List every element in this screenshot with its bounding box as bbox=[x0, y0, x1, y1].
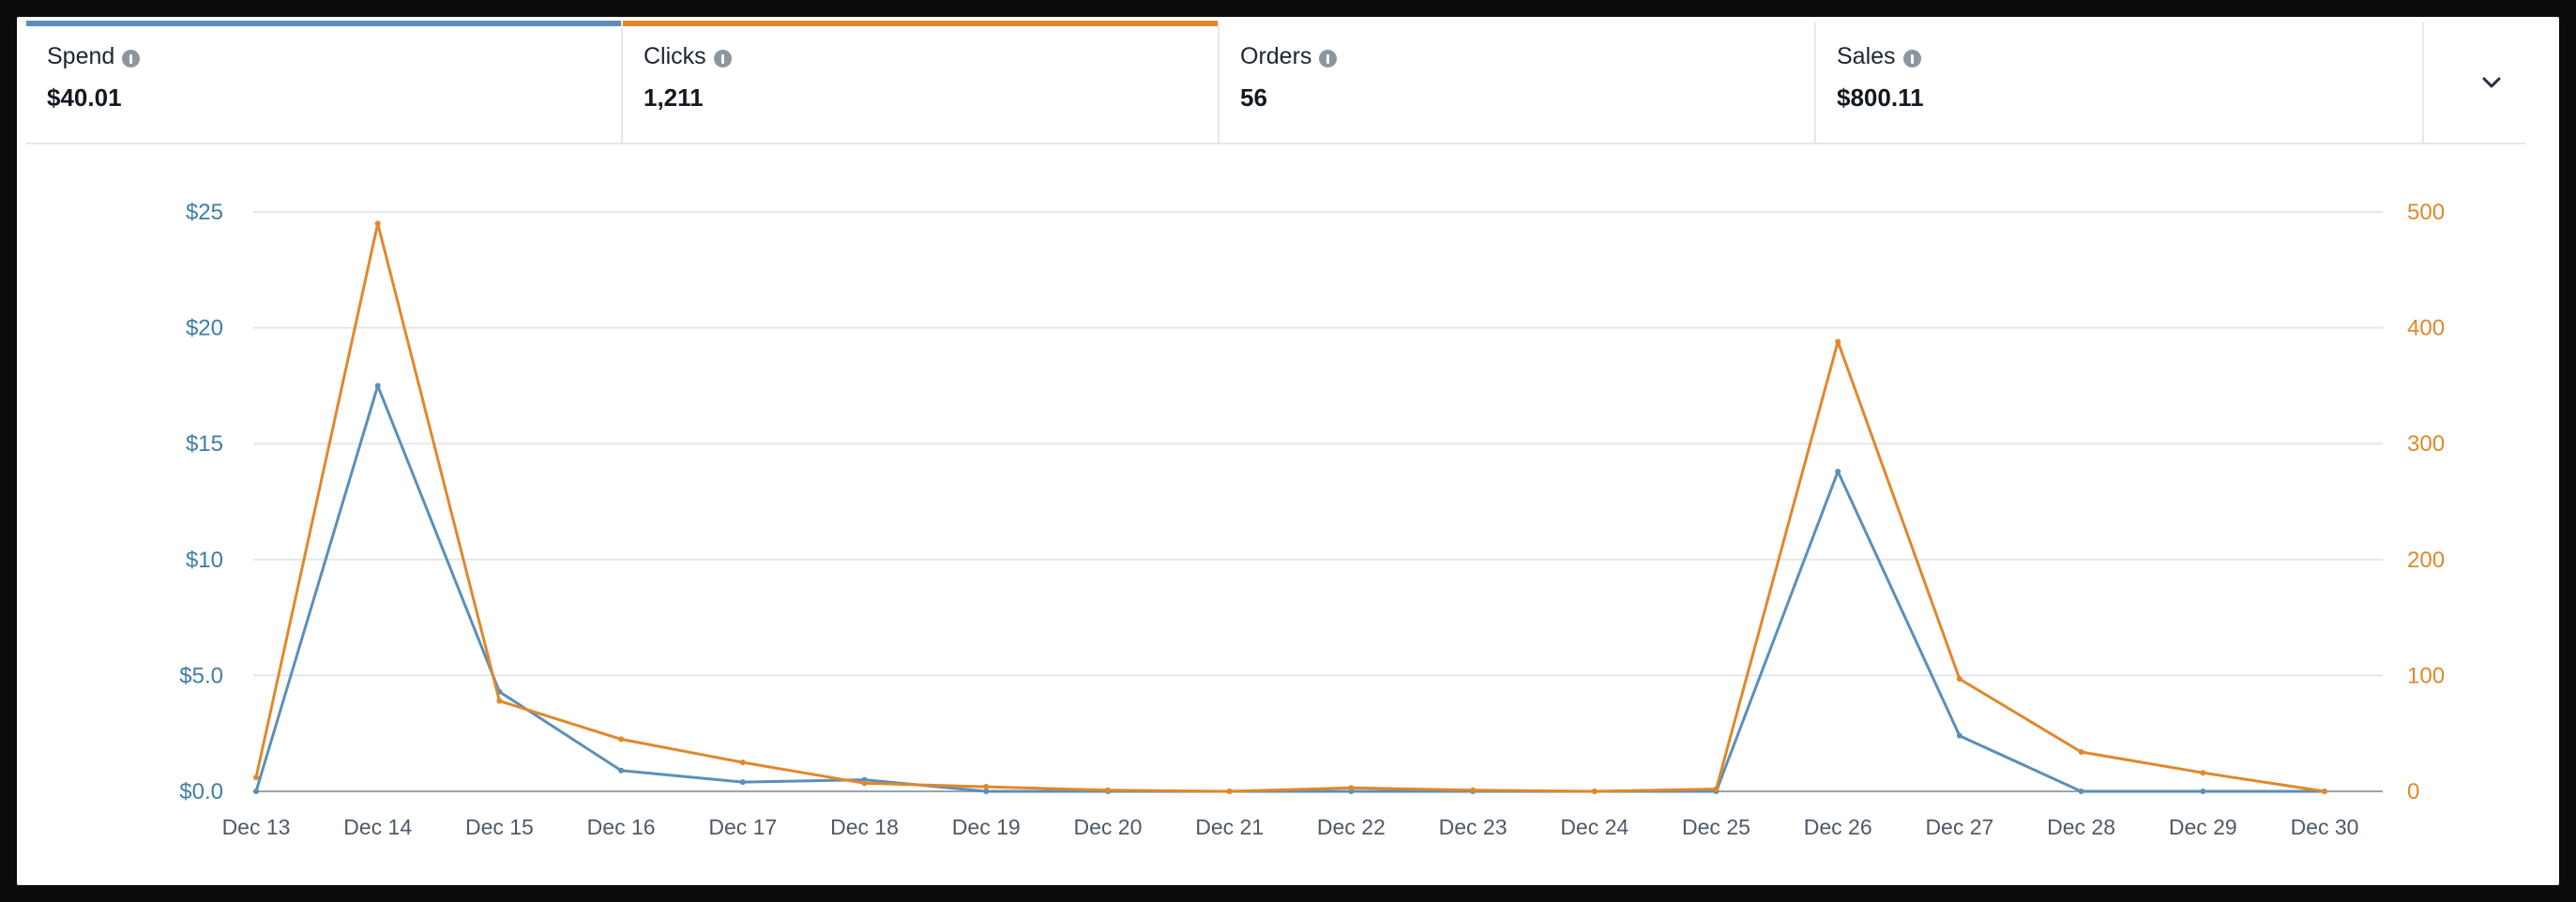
x-tick-label: Dec 19 bbox=[952, 815, 1021, 839]
data-point-clicks bbox=[983, 784, 990, 790]
data-point-clicks bbox=[1470, 787, 1477, 793]
data-point-clicks bbox=[374, 220, 381, 227]
data-point-spend bbox=[2200, 789, 2206, 794]
y-right-tick-label: 0 bbox=[2407, 779, 2419, 804]
data-point-clicks bbox=[2322, 789, 2327, 794]
x-tick-label: Dec 27 bbox=[1925, 815, 1993, 839]
line-chart: $0.0 $5.0 $10 $15 $20 $25 0 100 200 300 400 500 De… bbox=[179, 200, 2445, 839]
y-left-tick-label: $5.0 bbox=[179, 663, 223, 688]
data-point-spend bbox=[253, 789, 259, 794]
data-point-spend bbox=[1956, 732, 1962, 739]
y-right-tick-label: 100 bbox=[2407, 663, 2445, 688]
data-point-clicks bbox=[1591, 789, 1598, 794]
data-point-clicks bbox=[253, 774, 259, 781]
series-line-spend bbox=[254, 383, 2326, 793]
y-left-tick-label: $10 bbox=[186, 548, 223, 573]
x-tick-label: Dec 18 bbox=[830, 815, 899, 839]
data-point-spend bbox=[618, 767, 625, 774]
x-tick-label: Dec 23 bbox=[1439, 815, 1508, 839]
data-point-clicks bbox=[861, 780, 868, 787]
data-point-clicks bbox=[496, 698, 503, 704]
data-point-clicks bbox=[1226, 789, 1233, 794]
y-left-tick-label: $20 bbox=[186, 316, 223, 341]
data-point-clicks bbox=[739, 759, 746, 766]
y-left-tick-label: $0.0 bbox=[179, 779, 223, 804]
data-point-clicks bbox=[618, 736, 625, 743]
data-point-clicks bbox=[1348, 785, 1355, 791]
x-tick-label: Dec 24 bbox=[1560, 815, 1629, 839]
data-point-spend bbox=[2078, 789, 2084, 794]
y-right-tick-label: 500 bbox=[2407, 200, 2445, 225]
data-point-clicks bbox=[1104, 787, 1111, 793]
x-tick-label: Dec 14 bbox=[343, 815, 412, 839]
y-left-tick-label: $15 bbox=[186, 431, 223, 457]
x-tick-label: Dec 20 bbox=[1074, 815, 1143, 839]
data-point-clicks bbox=[1956, 676, 1962, 683]
data-point-clicks bbox=[1713, 786, 1720, 792]
x-tick-label: Dec 29 bbox=[2169, 815, 2237, 839]
x-tick-label: Dec 30 bbox=[2291, 815, 2359, 839]
data-point-spend bbox=[739, 779, 746, 786]
y-right-tick-label: 400 bbox=[2407, 316, 2445, 341]
data-point-clicks bbox=[1835, 338, 1841, 345]
series-line-clicks bbox=[254, 221, 2326, 793]
x-tick-label: Dec 26 bbox=[1804, 815, 1872, 839]
x-tick-label: Dec 15 bbox=[465, 815, 534, 839]
data-point-clicks bbox=[2200, 770, 2206, 776]
y-right-tick-label: 300 bbox=[2407, 431, 2445, 457]
x-tick-label: Dec 16 bbox=[587, 815, 656, 839]
chart-panel: Spend $40.01 Clicks 1,211 Orders 56 Sale… bbox=[17, 17, 2559, 885]
x-tick-label: Dec 17 bbox=[708, 815, 777, 839]
x-tick-label: Dec 13 bbox=[222, 815, 291, 839]
y-left-tick-label: $25 bbox=[186, 200, 223, 225]
x-tick-label: Dec 25 bbox=[1682, 815, 1750, 839]
data-point-spend bbox=[374, 383, 381, 389]
x-tick-label: Dec 28 bbox=[2047, 815, 2115, 839]
x-tick-label: Dec 21 bbox=[1195, 815, 1264, 839]
x-tick-label: Dec 22 bbox=[1317, 815, 1386, 839]
data-point-spend bbox=[1835, 468, 1841, 474]
data-point-clicks bbox=[2078, 748, 2084, 755]
y-right-tick-label: 200 bbox=[2407, 548, 2445, 573]
